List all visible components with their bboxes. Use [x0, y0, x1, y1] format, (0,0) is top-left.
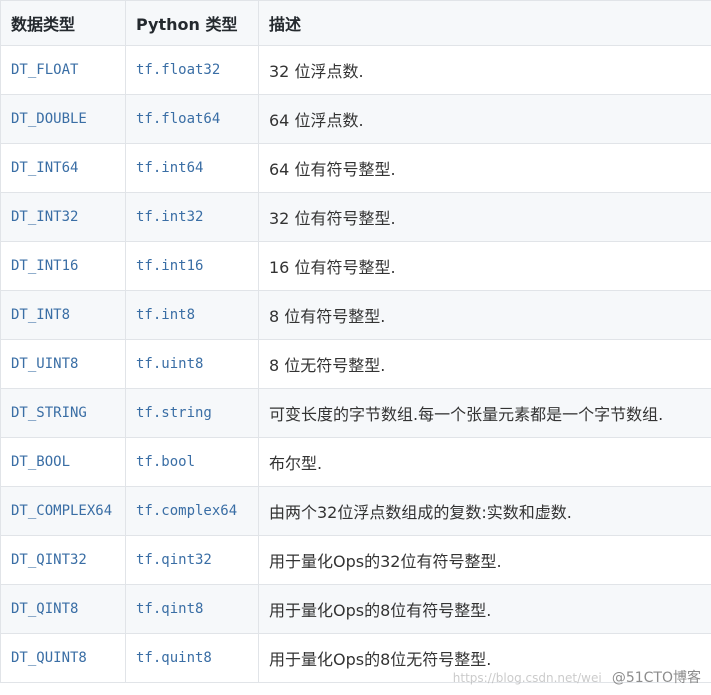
dtype-cell: DT_FLOAT: [0, 45, 126, 95]
python-type-cell: tf.string: [125, 388, 259, 438]
python-type-cell: tf.int64: [125, 143, 259, 193]
table-row: DT_INT8 tf.int8 8 位有符号整型.: [0, 290, 711, 340]
python-type-cell: tf.int8: [125, 290, 259, 340]
table-row: DT_BOOL tf.bool 布尔型.: [0, 437, 711, 487]
table-row: DT_INT32 tf.int32 32 位有符号整型.: [0, 192, 711, 242]
dtype-cell: DT_STRING: [0, 388, 126, 438]
python-type-cell: tf.float64: [125, 94, 259, 144]
table-row: DT_FLOAT tf.float32 32 位浮点数.: [0, 45, 711, 95]
dtype-cell: DT_QUINT8: [0, 633, 126, 683]
table-row: DT_COMPLEX64 tf.complex64 由两个32位浮点数组成的复数…: [0, 486, 711, 536]
description-cell: 用于量化Ops的32位有符号整型.: [258, 535, 711, 585]
table-row: DT_STRING tf.string 可变长度的字节数组.每一个张量元素都是一…: [0, 388, 711, 438]
table-row: DT_DOUBLE tf.float64 64 位浮点数.: [0, 94, 711, 144]
python-type-cell: tf.float32: [125, 45, 259, 95]
dtype-table: 数据类型 Python 类型 描述 DT_FLOAT tf.float32 32…: [0, 0, 711, 683]
header-row: 数据类型 Python 类型 描述: [0, 0, 711, 46]
watermark: https://blog.csdn.net/wei @51CTO博客: [453, 667, 701, 687]
watermark-brand-text: @51CTO博客: [611, 670, 701, 686]
python-type-cell: tf.quint8: [125, 633, 259, 683]
description-cell: 8 位无符号整型.: [258, 339, 711, 389]
description-cell: 64 位浮点数.: [258, 94, 711, 144]
dtype-cell: DT_UINT8: [0, 339, 126, 389]
description-cell: 可变长度的字节数组.每一个张量元素都是一个字节数组.: [258, 388, 711, 438]
description-cell: 由两个32位浮点数组成的复数:实数和虚数.: [258, 486, 711, 536]
python-type-cell: tf.bool: [125, 437, 259, 487]
description-cell: 32 位浮点数.: [258, 45, 711, 95]
dtype-cell: DT_COMPLEX64: [0, 486, 126, 536]
python-type-cell: tf.uint8: [125, 339, 259, 389]
header-dtype: 数据类型: [0, 0, 126, 46]
watermark-site-text: https://blog.csdn.net/wei: [452, 671, 602, 685]
description-cell: 64 位有符号整型.: [258, 143, 711, 193]
dtype-cell: DT_DOUBLE: [0, 94, 126, 144]
header-python-type: Python 类型: [125, 0, 259, 46]
dtype-cell: DT_INT64: [0, 143, 126, 193]
description-cell: 32 位有符号整型.: [258, 192, 711, 242]
dtype-cell: DT_INT8: [0, 290, 126, 340]
table-row: DT_QINT8 tf.qint8 用于量化Ops的8位有符号整型.: [0, 584, 711, 634]
table-row: DT_INT64 tf.int64 64 位有符号整型.: [0, 143, 711, 193]
description-cell: 8 位有符号整型.: [258, 290, 711, 340]
dtype-cell: DT_INT32: [0, 192, 126, 242]
dtype-cell: DT_INT16: [0, 241, 126, 291]
table-row: DT_INT16 tf.int16 16 位有符号整型.: [0, 241, 711, 291]
dtype-cell: DT_QINT8: [0, 584, 126, 634]
description-cell: 16 位有符号整型.: [258, 241, 711, 291]
description-cell: 布尔型.: [258, 437, 711, 487]
python-type-cell: tf.complex64: [125, 486, 259, 536]
table-body: DT_FLOAT tf.float32 32 位浮点数. DT_DOUBLE t…: [0, 45, 711, 683]
python-type-cell: tf.int16: [125, 241, 259, 291]
table-row: DT_QINT32 tf.qint32 用于量化Ops的32位有符号整型.: [0, 535, 711, 585]
description-cell: 用于量化Ops的8位有符号整型.: [258, 584, 711, 634]
dtype-cell: DT_QINT32: [0, 535, 126, 585]
python-type-cell: tf.qint8: [125, 584, 259, 634]
dtype-cell: DT_BOOL: [0, 437, 126, 487]
python-type-cell: tf.qint32: [125, 535, 259, 585]
python-type-cell: tf.int32: [125, 192, 259, 242]
table-header: 数据类型 Python 类型 描述: [0, 0, 711, 46]
header-description: 描述: [258, 0, 711, 46]
table-row: DT_UINT8 tf.uint8 8 位无符号整型.: [0, 339, 711, 389]
